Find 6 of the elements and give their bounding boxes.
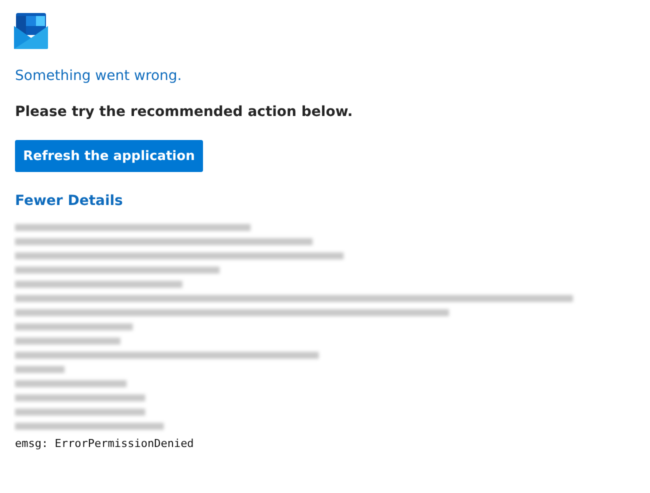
mail-logo-icon (14, 12, 48, 50)
error-message: Please try the recommended action below. (15, 104, 353, 120)
refresh-button[interactable]: Refresh the application (15, 140, 203, 172)
error-title: Something went wrong. (15, 68, 182, 84)
fewer-details-link[interactable]: Fewer Details (15, 193, 123, 209)
error-detail-line: emsg: ErrorPermissionDenied (15, 437, 194, 450)
